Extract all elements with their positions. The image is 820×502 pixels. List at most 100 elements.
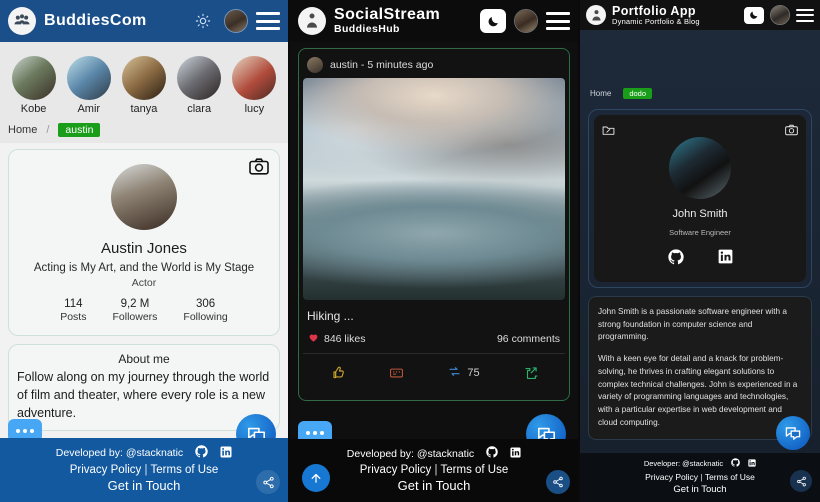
profile-avatar (111, 164, 177, 230)
panel-socialstream: SocialStream BuddiesHub austin - 5 minut… (290, 0, 580, 502)
github-icon[interactable] (195, 445, 208, 461)
share-icon[interactable] (256, 470, 280, 494)
profile-role: Actor (131, 277, 157, 289)
camera-icon[interactable] (249, 158, 269, 180)
share-icon[interactable] (790, 470, 812, 492)
footer-legal-row: Privacy Policy | Terms of Use (290, 464, 578, 476)
footer-separator: | (434, 464, 438, 476)
story-avatar (121, 56, 166, 100)
edit-image-icon[interactable] (602, 123, 615, 141)
sun-icon[interactable] (190, 9, 216, 33)
footer-developed-by: Developed by: @stacknatic (346, 447, 475, 460)
terms-of-use-link[interactable]: Terms of Use (441, 464, 509, 476)
heart-icon (308, 332, 319, 346)
breadcrumb: Home dodo (580, 30, 820, 103)
get-in-touch-link[interactable]: Get in Touch (580, 484, 820, 495)
hamburger-icon[interactable] (256, 12, 280, 30)
footer-credit-row: Developer: @stacknatic (580, 458, 820, 469)
portfolio-card-outer: John Smith Software Engineer (588, 109, 812, 288)
share-icon[interactable] (546, 470, 570, 494)
footer-credit-row: Developed by: @stacknatic (290, 446, 578, 461)
linkedin-icon[interactable] (510, 446, 521, 461)
repost-button[interactable]: 75 (447, 364, 480, 382)
stat-following: 306 Following (183, 298, 227, 323)
panel-buddiescom: BuddiesCom Kobe Amir tanya clara lucy Ho… (0, 0, 290, 502)
panel3-brand-title: Portfolio App (612, 3, 696, 18)
comment-icon[interactable] (389, 366, 404, 381)
story-name: tanya (130, 103, 158, 115)
post-likes-text: 846 likes (324, 333, 366, 345)
header-avatar[interactable] (224, 9, 248, 33)
get-in-touch-link[interactable]: Get in Touch (0, 478, 288, 493)
share-arrow-icon[interactable] (523, 366, 538, 381)
panel1-footer: Developed by: @stacknatic Privacy Policy… (0, 438, 288, 502)
camera-icon[interactable] (785, 123, 798, 141)
post-actions: 75 (303, 354, 565, 396)
chat-icon[interactable] (776, 416, 810, 450)
about-title: About me (118, 352, 170, 366)
linkedin-icon[interactable] (748, 458, 756, 469)
portfolio-role: Software Engineer (669, 228, 731, 237)
story-item[interactable]: tanya (119, 56, 169, 115)
hamburger-icon[interactable] (546, 12, 570, 30)
panel2-brand: SocialStream BuddiesHub (334, 6, 440, 35)
stat-label: Followers (112, 311, 158, 323)
panel1-brand-title: BuddiesCom (44, 11, 147, 29)
post-card: austin - 5 minutes ago Hiking ... 846 li… (298, 48, 570, 401)
story-avatar (232, 56, 277, 100)
moon-icon[interactable] (744, 6, 764, 24)
header-avatar[interactable] (770, 5, 790, 25)
story-avatar (11, 56, 56, 100)
stat-value: 114 (64, 298, 83, 310)
github-icon[interactable] (486, 446, 498, 461)
post-likes: 846 likes (308, 332, 365, 346)
profile-tagline: Acting is My Art, and the World is My St… (33, 262, 255, 274)
thumbs-up-icon[interactable] (330, 365, 346, 381)
story-avatar (177, 56, 222, 100)
moon-icon[interactable] (480, 9, 506, 33)
story-item[interactable]: Kobe (9, 56, 59, 115)
privacy-policy-link[interactable]: Privacy Policy (645, 472, 698, 482)
github-icon[interactable] (667, 249, 684, 270)
panel2-header: SocialStream BuddiesHub (290, 0, 578, 42)
panel3-brand-subtitle: Dynamic Portfolio & Blog (612, 16, 700, 26)
post-author-avatar[interactable] (307, 57, 323, 73)
terms-of-use-link[interactable]: Terms of Use (151, 464, 219, 476)
footer-separator: | (144, 464, 148, 476)
linkedin-icon[interactable] (718, 249, 733, 270)
buddiescom-logo-icon (8, 7, 36, 35)
get-in-touch-link[interactable]: Get in Touch (290, 478, 578, 493)
footer-legal-row: Privacy Policy | Terms of Use (0, 464, 288, 476)
stat-value: 9,2 M (120, 298, 150, 310)
footer-developed-by: Developed by: @stacknatic (55, 447, 184, 459)
terms-of-use-link[interactable]: Terms of Use (705, 472, 755, 482)
post-counts: 846 likes 96 comments (303, 323, 565, 354)
post-header: austin - 5 minutes ago (303, 53, 565, 78)
github-icon[interactable] (731, 458, 740, 469)
portfolio-card: John Smith Software Engineer (594, 115, 806, 282)
arrow-up-icon[interactable] (302, 464, 330, 492)
linkedin-icon[interactable] (220, 446, 232, 461)
panel3-footer: Developer: @stacknatic Privacy Policy | … (580, 453, 820, 502)
story-item[interactable]: lucy (229, 56, 279, 115)
story-item[interactable]: clara (174, 56, 224, 115)
hamburger-icon[interactable] (796, 8, 814, 22)
breadcrumb-current-badge: austin (58, 123, 101, 137)
breadcrumb-home[interactable]: Home (590, 89, 611, 98)
profile-card: Austin Jones Acting is My Art, and the W… (8, 149, 280, 336)
portfolio-name: John Smith (672, 208, 728, 220)
privacy-policy-link[interactable]: Privacy Policy (360, 464, 432, 476)
repost-count: 75 (467, 367, 480, 379)
portfolio-avatar (669, 137, 731, 199)
story-item[interactable]: Amir (64, 56, 114, 115)
breadcrumb-home[interactable]: Home (8, 124, 37, 136)
breadcrumb-current-badge: dodo (623, 88, 653, 99)
post-image (303, 78, 565, 300)
post-comments-text[interactable]: 96 comments (497, 333, 560, 345)
header-avatar[interactable] (514, 9, 538, 33)
portfolio-social-links (602, 249, 798, 270)
story-name: Kobe (20, 103, 47, 115)
panel3-header: Portfolio App Dynamic Portfolio & Blog (580, 0, 820, 30)
socialstream-logo-icon (298, 7, 326, 35)
privacy-policy-link[interactable]: Privacy Policy (70, 464, 142, 476)
